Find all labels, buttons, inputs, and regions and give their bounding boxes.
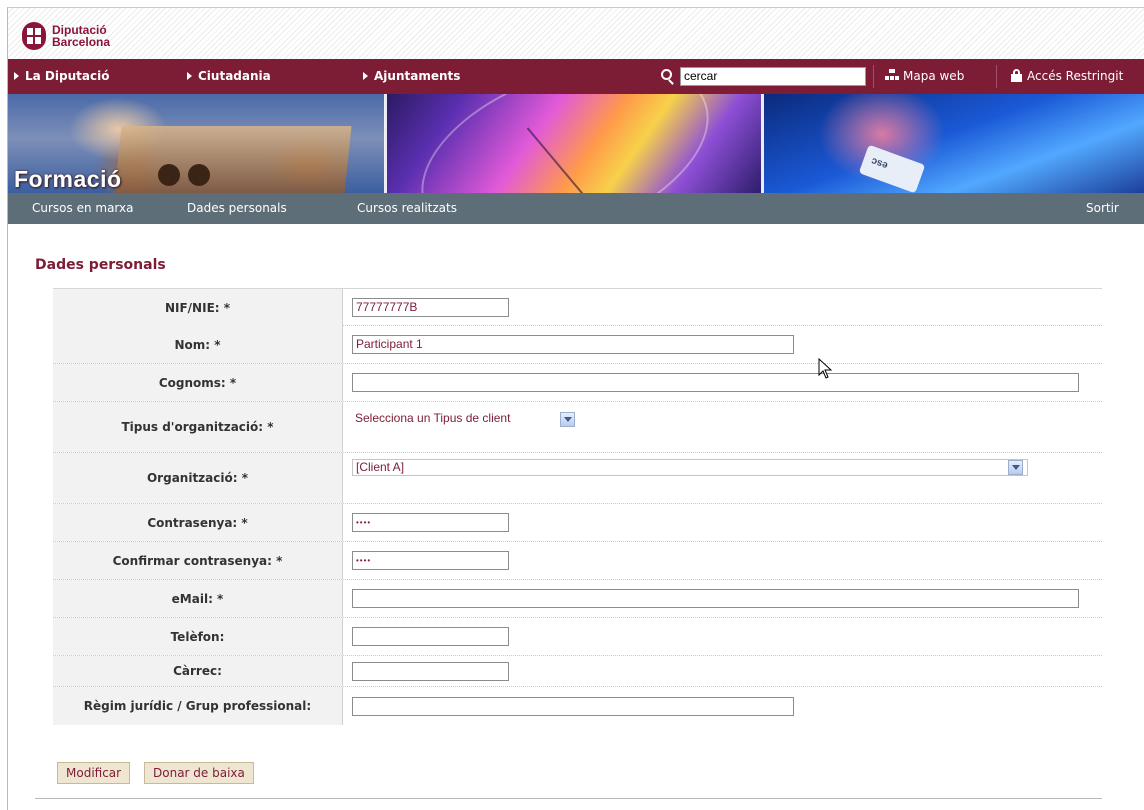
nom-label: Nom: * xyxy=(53,326,343,363)
banner-divider xyxy=(761,94,764,193)
subnav-dades-personals[interactable]: Dades personals xyxy=(187,193,287,224)
form-row-contrasenya: Contrasenya: * •••• xyxy=(53,504,1102,542)
banner-image-keyboard: esc xyxy=(762,94,1144,193)
chevron-down-icon[interactable] xyxy=(1008,460,1023,475)
header: Diputació Barcelona xyxy=(8,8,1144,59)
restricted-access-link[interactable]: Accés Restringit xyxy=(1011,59,1123,94)
nif-input[interactable]: 77777777B xyxy=(352,298,509,317)
subnav-cursos-realitzats[interactable]: Cursos realitzats xyxy=(357,193,457,224)
form-row-carrec: Càrrec: xyxy=(53,656,1102,687)
organitzacio-select-value: [Client A] xyxy=(356,460,405,474)
password-input[interactable]: •••• xyxy=(352,513,509,532)
nav-divider xyxy=(996,65,997,88)
carrec-input[interactable] xyxy=(352,662,509,681)
diputacio-emblem-icon xyxy=(22,22,46,50)
regim-input[interactable] xyxy=(352,697,794,716)
form-row-nif: NIF/NIE: * 77777777B xyxy=(53,288,1102,326)
form-row-regim: Règim jurídic / Grup professional: xyxy=(53,687,1102,725)
nom-input[interactable]: Participant 1 xyxy=(352,335,794,354)
main-nav: La Diputació Ciutadania Ajuntaments cerc… xyxy=(8,59,1144,94)
form-row-cognoms: Cognoms: * xyxy=(53,364,1102,402)
cognoms-label: Cognoms: * xyxy=(53,364,343,401)
form-row-tipus: Tipus d'organització: * Selecciona un Ti… xyxy=(53,402,1102,453)
banner-curve xyxy=(396,94,734,193)
telefon-label: Telèfon: xyxy=(53,618,343,655)
logo-line2: Barcelona xyxy=(52,35,111,49)
regim-label: Règim jurídic / Grup professional: xyxy=(53,687,343,725)
nif-label: NIF/NIE: * xyxy=(53,289,343,326)
telefon-input[interactable] xyxy=(352,627,509,646)
esc-key: esc xyxy=(858,144,926,193)
contrasenya-label: Contrasenya: * xyxy=(53,504,343,541)
unsubscribe-button[interactable]: Donar de baixa xyxy=(144,762,254,784)
banner-image-abstract xyxy=(385,94,762,193)
form-row-organitzacio: Organització: * [Client A] xyxy=(53,453,1102,504)
triangle-right-icon xyxy=(363,72,368,80)
restricted-access-label: Accés Restringit xyxy=(1027,69,1124,83)
confirmar-label: Confirmar contrasenya: * xyxy=(53,542,343,579)
tipus-label: Tipus d'organització: * xyxy=(53,402,343,452)
email-field[interactable] xyxy=(352,589,1079,608)
nav-item-label: Ciutadania xyxy=(198,69,271,83)
bottom-divider xyxy=(35,798,1102,799)
nav-item-ajuntaments[interactable]: Ajuntaments xyxy=(363,59,460,94)
form-row-email: eMail: * xyxy=(53,580,1102,618)
logo-text: Diputació Barcelona xyxy=(52,24,110,48)
search-input[interactable]: cercar xyxy=(680,67,866,86)
chevron-down-icon[interactable] xyxy=(560,412,575,427)
subnav-cursos-en-marxa[interactable]: Cursos en marxa xyxy=(32,193,134,224)
form-row-telefon: Telèfon: xyxy=(53,618,1102,656)
tipus-select[interactable]: Selecciona un Tipus de client xyxy=(352,411,582,428)
mouse-cursor-icon xyxy=(818,358,833,379)
nav-item-label: Ajuntaments xyxy=(374,69,461,83)
sitemap-icon xyxy=(885,69,899,81)
sitemap-link[interactable]: Mapa web xyxy=(885,59,964,94)
nav-item-label: La Diputació xyxy=(25,69,110,83)
banner-box-shape xyxy=(114,126,352,193)
organitzacio-label: Organització: * xyxy=(53,453,343,503)
banner-title: Formació xyxy=(14,166,122,192)
lock-icon xyxy=(1011,69,1022,82)
triangle-right-icon xyxy=(187,72,192,80)
sitemap-label: Mapa web xyxy=(903,69,965,83)
tipus-select-value: Selecciona un Tipus de client xyxy=(355,411,511,425)
banner-box-hole xyxy=(158,164,180,186)
nav-item-ciutadania[interactable]: Ciutadania xyxy=(187,59,271,94)
nav-item-la-diputacio[interactable]: La Diputació xyxy=(14,59,109,94)
cognoms-input[interactable] xyxy=(352,373,1079,392)
nav-divider xyxy=(873,65,874,88)
search-icon[interactable] xyxy=(661,69,672,80)
form-row-nom: Nom: * Participant 1 xyxy=(53,326,1102,364)
page-title: Dades personals xyxy=(35,257,166,273)
banner: esc Formació xyxy=(8,94,1144,193)
email-label: eMail: * xyxy=(53,580,343,617)
logout-link[interactable]: Sortir xyxy=(1086,193,1119,224)
carrec-label: Càrrec: xyxy=(53,656,343,686)
triangle-right-icon xyxy=(14,72,19,80)
confirm-password-input[interactable]: •••• xyxy=(352,551,509,570)
esc-key-label: esc xyxy=(869,154,890,171)
modify-button[interactable]: Modificar xyxy=(57,762,131,784)
organitzacio-select[interactable]: [Client A] xyxy=(352,459,1028,476)
banner-divider xyxy=(384,94,387,193)
form-row-confirmar: Confirmar contrasenya: * •••• xyxy=(53,542,1102,580)
diputacio-logo[interactable]: Diputació Barcelona xyxy=(22,22,110,50)
sub-nav: Cursos en marxa Dades personals Cursos r… xyxy=(8,193,1144,224)
